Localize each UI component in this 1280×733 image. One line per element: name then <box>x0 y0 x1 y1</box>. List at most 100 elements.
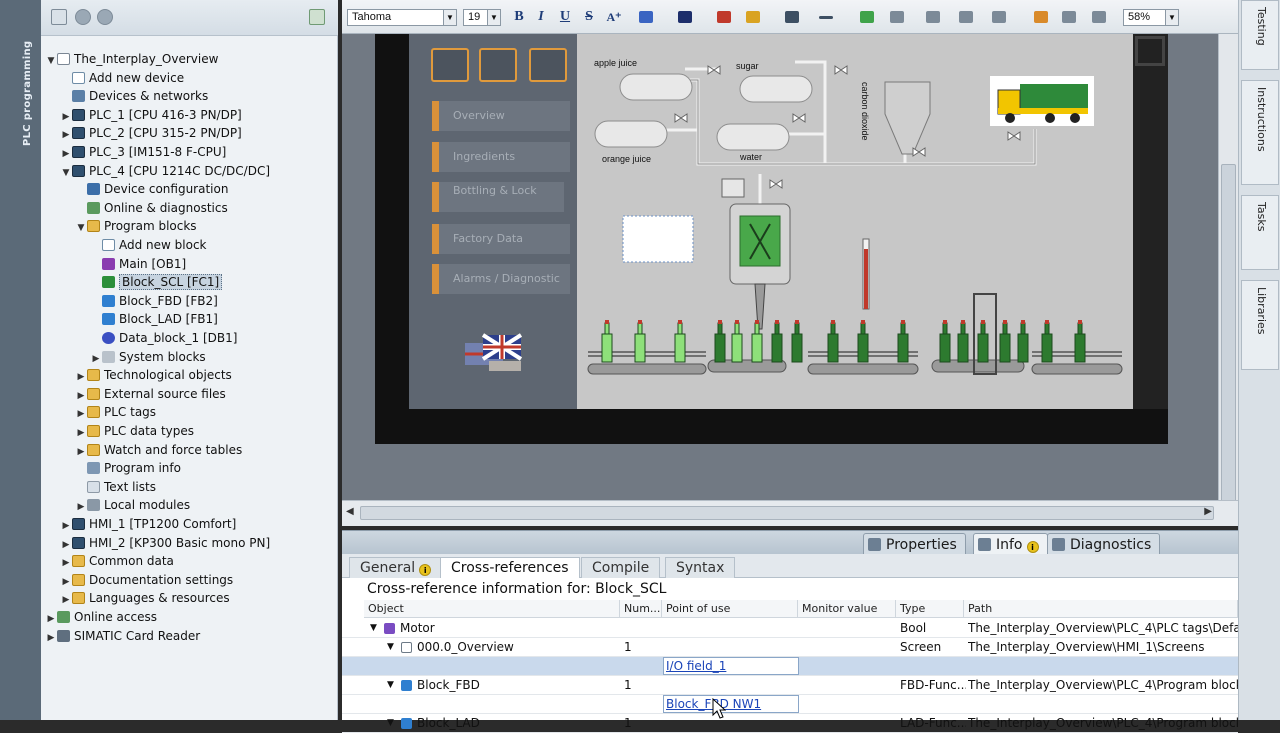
hmi-nav-button[interactable]: Bottling & Lock <box>432 182 564 212</box>
collapsed-arrow-icon[interactable]: ▶ <box>60 108 72 126</box>
tab-diagnostics[interactable]: Diagnostics <box>1047 533 1161 555</box>
column-header-number[interactable]: Num... <box>620 600 662 618</box>
tree-item[interactable]: Block_LAD [FB1] <box>90 310 218 328</box>
collapsed-arrow-icon[interactable]: ▶ <box>75 443 87 461</box>
scroll-thumb[interactable] <box>1221 164 1236 514</box>
table-row[interactable]: I/O field_1 <box>342 657 1238 676</box>
hmi-nav-button[interactable]: Alarms / Diagnostic <box>432 264 570 294</box>
tree-item[interactable]: Devices & networks <box>60 87 208 105</box>
tree-item[interactable]: Online & diagnostics <box>75 199 228 217</box>
italic-button[interactable]: I <box>533 8 549 26</box>
tree-item[interactable]: Data_block_1 [DB1] <box>90 329 237 347</box>
tab-cross-references[interactable]: Cross-references <box>440 557 580 578</box>
layers-icon[interactable] <box>1062 11 1076 23</box>
expanded-arrow-icon[interactable]: ▼ <box>75 219 87 237</box>
tree-item[interactable]: Text lists <box>75 478 156 496</box>
tree-item[interactable]: Block_FBD [FB2] <box>90 292 218 310</box>
tree-item[interactable]: ▶ HMI_2 [KP300 Basic mono PN] <box>60 534 271 552</box>
zoom-select[interactable]: 58% ▼ <box>1123 9 1179 26</box>
zoom-icon[interactable] <box>1092 11 1106 23</box>
tree-item[interactable]: Add new block <box>90 236 207 254</box>
canvas-vertical-scrollbar[interactable] <box>1218 34 1238 514</box>
tree-item[interactable]: ▶ SIMATIC Card Reader <box>45 627 201 647</box>
point-of-use-cell[interactable] <box>666 714 796 733</box>
tree-item[interactable]: ▶ Common data <box>60 552 174 570</box>
tree-item[interactable]: ▶ PLC_2 [CPU 315-2 PN/DP] <box>60 124 242 142</box>
new-project-icon[interactable] <box>51 9 67 25</box>
collapsed-arrow-icon[interactable]: ▶ <box>45 629 57 647</box>
tree-item[interactable]: ▼ Program blocks <box>75 217 197 235</box>
expanded-arrow-icon[interactable]: ▼ <box>370 619 377 638</box>
column-header-monitor-value[interactable]: Monitor value <box>798 600 896 618</box>
scroll-left-icon[interactable]: ◀ <box>346 506 354 517</box>
collapsed-arrow-icon[interactable]: ▶ <box>75 498 87 516</box>
tab-info[interactable]: Info i <box>973 533 1048 555</box>
collapsed-arrow-icon[interactable]: ▶ <box>75 368 87 386</box>
canvas-horizontal-scrollbar[interactable]: ◀ ▶ <box>342 500 1238 526</box>
collapsed-arrow-icon[interactable]: ▶ <box>60 126 72 144</box>
side-tab[interactable]: Instructions <box>1241 80 1279 185</box>
side-tab[interactable]: Libraries <box>1241 280 1279 370</box>
back-icon[interactable] <box>75 9 91 25</box>
column-header-point-of-use[interactable]: Point of use <box>662 600 798 618</box>
font-size-select[interactable]: 19 ▼ <box>463 9 501 26</box>
scroll-right-icon[interactable]: ▶ <box>1204 506 1212 517</box>
collapsed-arrow-icon[interactable]: ▶ <box>75 387 87 405</box>
strikethrough-button[interactable]: S <box>581 8 597 26</box>
underline-button[interactable]: U <box>557 8 573 26</box>
line-style-icon[interactable] <box>785 11 799 23</box>
hmi-nav-button[interactable]: Overview <box>432 101 570 131</box>
nav-tools-icon[interactable] <box>431 48 469 82</box>
column-header-object[interactable]: Object <box>364 600 620 618</box>
format-painter-icon[interactable] <box>1034 11 1048 23</box>
tree-item[interactable]: ▶ Local modules <box>75 496 191 516</box>
tree-item[interactable]: ▶ PLC_1 [CPU 416-3 PN/DP] <box>60 106 242 124</box>
tab-compile[interactable]: Compile <box>581 557 661 578</box>
collapsed-arrow-icon[interactable]: ▶ <box>60 554 72 572</box>
column-header-type[interactable]: Type <box>896 600 964 618</box>
overview-icon[interactable] <box>309 9 325 25</box>
tree-item[interactable]: ▶ PLC data types <box>75 422 195 442</box>
tab-syntax[interactable]: Syntax <box>665 557 736 578</box>
nav-page-icon[interactable] <box>529 48 567 82</box>
tree-item[interactable]: ▶ Documentation settings <box>60 571 234 591</box>
rotate-icon[interactable] <box>890 11 904 23</box>
tree-item[interactable]: ▶ Online access <box>45 608 157 626</box>
collapsed-arrow-icon[interactable]: ▶ <box>45 610 57 628</box>
line-color-icon[interactable] <box>746 11 760 23</box>
table-row[interactable]: ▼ Block_LAD 1 LAD-Func... The_Interplay_Over… <box>342 714 1238 733</box>
plc-programming-strip[interactable]: PLC programming <box>0 0 41 720</box>
collapsed-arrow-icon[interactable]: ▶ <box>60 591 72 609</box>
side-tab[interactable]: Testing <box>1241 0 1279 70</box>
table-row[interactable]: ▼ Block_FBD 1 FBD-Func... The_Interplay_Over… <box>342 676 1238 695</box>
tree-item[interactable]: ▶ HMI_1 [TP1200 Comfort] <box>60 515 237 533</box>
collapsed-arrow-icon[interactable]: ▶ <box>75 405 87 423</box>
tree-item[interactable]: ▶ Languages & resources <box>60 589 230 607</box>
collapsed-arrow-icon[interactable]: ▶ <box>90 350 102 368</box>
tree-item[interactable]: ▶ Watch and force tables <box>75 441 243 461</box>
distribute-icon[interactable] <box>959 11 973 23</box>
tree-item[interactable]: ▶ PLC tags <box>75 403 157 423</box>
hmi-nav-button[interactable]: Factory Data <box>432 224 570 254</box>
collapsed-arrow-icon[interactable]: ▶ <box>75 424 87 442</box>
language-flag-icon[interactable] <box>465 333 523 371</box>
table-row[interactable]: Block_FBD NW1 <box>342 695 1238 714</box>
point-of-use-cell[interactable] <box>666 619 796 638</box>
line-width-icon[interactable] <box>819 16 833 19</box>
nav-wrench-icon[interactable] <box>479 48 517 82</box>
tab-general[interactable]: General i <box>349 557 443 578</box>
scroll-thumb[interactable] <box>360 506 1214 520</box>
font-family-select[interactable]: Tahoma ▼ <box>347 9 457 26</box>
align-objects-icon[interactable] <box>926 11 940 23</box>
superscript-button[interactable]: A⁺ <box>603 8 625 26</box>
column-header-path[interactable]: Path <box>964 600 1238 618</box>
expanded-arrow-icon[interactable]: ▼ <box>387 638 394 657</box>
expanded-arrow-icon[interactable]: ▼ <box>387 676 394 695</box>
tree-item[interactable]: ▶ External source files <box>75 385 226 403</box>
collapsed-arrow-icon[interactable]: ▶ <box>60 573 72 591</box>
point-of-use-cell[interactable]: I/O field_1 <box>666 657 796 676</box>
group-icon[interactable] <box>992 11 1006 23</box>
bold-button[interactable]: B <box>511 8 527 26</box>
arrange-icon[interactable] <box>860 11 874 23</box>
tree-item[interactable]: Device configuration <box>75 180 228 198</box>
